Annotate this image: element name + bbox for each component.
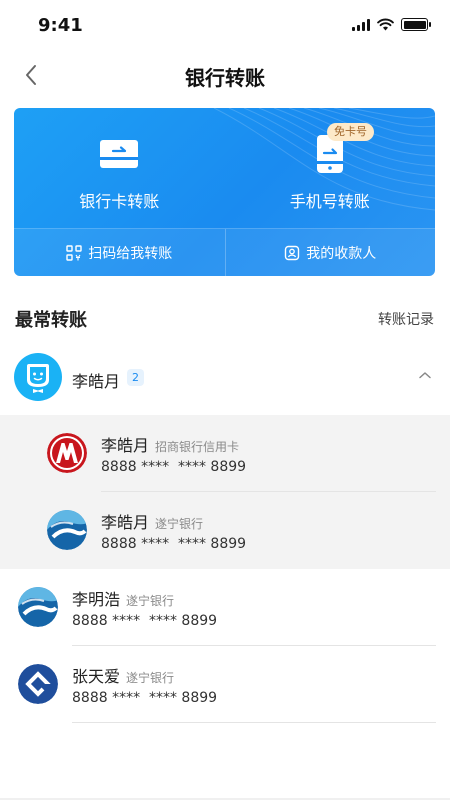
- signal-icon: [352, 18, 370, 31]
- account-count-badge: 2: [127, 369, 144, 386]
- suining-bank-logo: [18, 587, 58, 627]
- my-payees-label: 我的收款人: [306, 246, 377, 262]
- contact-group-row[interactable]: 李皓月 2: [0, 352, 450, 408]
- my-payees-button[interactable]: 我的收款人: [224, 229, 436, 276]
- account-number: 8888 **** **** 8899: [101, 459, 247, 475]
- status-bar: 9:41: [0, 0, 450, 50]
- expanded-accounts: 李皓月 招商银行信用卡 8888 **** **** 8899 李皓月 遂宁银行 8…: [0, 415, 450, 569]
- bank-card-icon: [100, 140, 139, 168]
- no-card-badge: 免卡号: [327, 123, 374, 141]
- suining-bank-logo: [47, 510, 87, 550]
- account-number: 8888 **** **** 8899: [101, 536, 247, 552]
- nav-bar: 银行转账: [0, 50, 450, 100]
- account-number: 8888 **** **** 8899: [72, 690, 218, 706]
- page-title: 银行转账: [185, 66, 265, 90]
- contact-icon: [285, 245, 300, 261]
- transfer-history-link[interactable]: 转账记录: [378, 309, 434, 329]
- section-title: 最常转账: [15, 310, 87, 331]
- account-number: 8888 **** **** 8899: [72, 613, 218, 629]
- robot-avatar-icon: [27, 364, 49, 393]
- bank-card-transfer-button[interactable]: 银行卡转账: [14, 108, 225, 228]
- list-item[interactable]: 李明浩 遂宁银行 8888 **** **** 8899: [0, 569, 450, 646]
- status-time: 9:41: [38, 15, 83, 36]
- scan-to-receive-button[interactable]: 扫码给我转账: [14, 229, 225, 276]
- bank-card-transfer-label: 银行卡转账: [79, 192, 160, 211]
- list-item[interactable]: 李皓月 遂宁银行 8888 **** **** 8899: [0, 492, 450, 569]
- contact-name: 李皓月: [101, 436, 150, 455]
- scan-to-receive-label: 扫码给我转账: [88, 246, 173, 262]
- cmb-logo: [47, 433, 87, 473]
- transfer-card: 银行卡转账 手机号转账 免卡号 扫码给我转账 我的收款人: [14, 108, 435, 276]
- bank-name: 遂宁银行: [155, 517, 204, 531]
- bank-name: 遂宁银行: [126, 671, 175, 685]
- contact-name: 李明浩: [72, 590, 121, 609]
- ccb-logo: [18, 664, 58, 704]
- divider: [72, 722, 436, 723]
- wifi-icon: [377, 18, 394, 31]
- qr-code-icon: [66, 245, 82, 261]
- status-icons: [352, 18, 431, 31]
- battery-icon: [401, 18, 431, 31]
- contact-name: 张天爱: [72, 667, 121, 686]
- phone-transfer-label: 手机号转账: [289, 192, 370, 211]
- avatar: [14, 353, 62, 401]
- group-name: 李皓月: [72, 372, 121, 391]
- chevron-up-icon[interactable]: [418, 370, 432, 380]
- bank-name: 招商银行信用卡: [155, 440, 240, 454]
- contact-name: 李皓月: [101, 513, 150, 532]
- list-item[interactable]: 李皓月 招商银行信用卡 8888 **** **** 8899: [0, 415, 450, 492]
- list-item[interactable]: 张天爱 遂宁银行 8888 **** **** 8899: [0, 646, 450, 723]
- bank-name: 遂宁银行: [126, 594, 175, 608]
